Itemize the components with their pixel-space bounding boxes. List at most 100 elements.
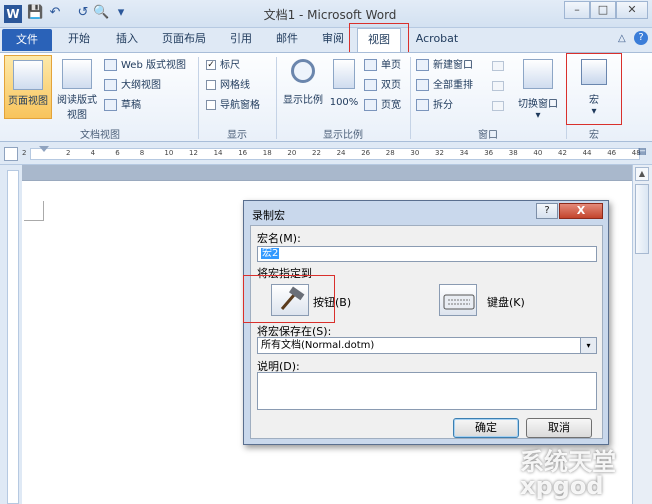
ruler-tick-label: 2 xyxy=(66,149,71,157)
nav-pane-check-icon xyxy=(206,100,216,110)
group-separator xyxy=(198,57,199,139)
macro-name-label: 宏名(M): xyxy=(257,232,301,245)
switch-windows-button[interactable]: 切换窗口 ▾ xyxy=(512,55,564,121)
store-macro-select[interactable]: 所有文档(Normal.dotm) ▾ xyxy=(257,337,597,354)
new-window-button[interactable]: 新建窗口 xyxy=(416,57,473,75)
scroll-up-icon[interactable]: ▲ xyxy=(635,167,649,181)
group-label-zoom: 显示比例 xyxy=(323,130,363,141)
save-icon[interactable]: 💾 xyxy=(27,5,43,21)
print-layout-button[interactable]: 页面视图 xyxy=(4,55,52,119)
outline-button[interactable]: 大纲视图 xyxy=(104,77,161,95)
scrollbar-thumb[interactable] xyxy=(635,184,649,254)
tab-selector-icon[interactable] xyxy=(4,147,18,161)
ruler-tick-label: 26 xyxy=(361,149,371,157)
ruler-tick-label: 16 xyxy=(238,149,248,157)
tab-home[interactable]: 开始 xyxy=(60,28,98,52)
web-layout-label: Web 版式视图 xyxy=(121,60,186,71)
zoom-100-icon xyxy=(333,59,355,89)
zoom-button[interactable]: 显示比例 xyxy=(280,55,326,119)
ruler-tick-label: 42 xyxy=(558,149,567,157)
zoom-100-label: 100% xyxy=(329,97,359,108)
record-macro-dialog: 录制宏 ? X 宏名(M): 宏2 将宏指定到 按钮(B) 键盘(K) 将宏保存… xyxy=(243,200,609,445)
ribbon-tabs: 文件 开始 插入 页面布局 引用 邮件 审阅 视图 Acrobat xyxy=(0,23,652,53)
redo-icon[interactable]: ↺ xyxy=(75,5,91,21)
nav-pane-label: 导航窗格 xyxy=(220,100,260,111)
dropdown-arrow-icon[interactable]: ▾ xyxy=(580,338,596,353)
group-label-show: 显示 xyxy=(227,130,247,141)
synchronous-scrolling-icon[interactable] xyxy=(492,81,504,91)
macros-highlight xyxy=(566,53,622,125)
button-option-highlight xyxy=(243,275,335,323)
keyboard-icon[interactable] xyxy=(439,284,477,316)
keyboard-option-label[interactable]: 键盘(K) xyxy=(487,294,525,310)
view-ruler-icon[interactable]: ▤ xyxy=(636,147,648,161)
ruler-label: 标尺 xyxy=(220,60,240,71)
outline-icon xyxy=(104,79,117,91)
print-layout-label: 页面视图 xyxy=(8,96,48,107)
cancel-button[interactable]: 取消 xyxy=(526,418,592,438)
view-tab-highlight xyxy=(349,23,409,53)
dialog-close-button[interactable]: X xyxy=(559,203,603,219)
margin-corner-mark xyxy=(24,201,44,221)
switch-windows-arrow: ▾ xyxy=(535,110,541,121)
help-icon[interactable]: ? xyxy=(634,31,648,45)
ruler-tick-label: 18 xyxy=(262,149,272,157)
web-layout-button[interactable]: Web 版式视图 xyxy=(104,57,186,75)
two-pages-label: 双页 xyxy=(381,80,401,91)
restore-button[interactable]: □ xyxy=(590,1,616,19)
dialog-help-button[interactable]: ? xyxy=(536,203,558,219)
arrange-all-button[interactable]: 全部重排 xyxy=(416,77,473,95)
draft-button[interactable]: 草稿 xyxy=(104,97,141,115)
tab-page-layout[interactable]: 页面布局 xyxy=(156,28,212,52)
tab-review[interactable]: 审阅 xyxy=(314,28,352,52)
gridlines-check-icon xyxy=(206,80,216,90)
magnifier-icon xyxy=(291,59,315,83)
page-width-button[interactable]: 页宽 xyxy=(364,97,401,115)
tab-acrobat[interactable]: Acrobat xyxy=(408,28,466,52)
ok-button[interactable]: 确定 xyxy=(453,418,519,438)
word-app-icon[interactable]: W xyxy=(4,5,22,23)
arrange-all-icon xyxy=(416,79,429,91)
split-button[interactable]: 拆分 xyxy=(416,97,453,115)
reset-window-position-icon[interactable] xyxy=(492,101,504,111)
description-textarea[interactable] xyxy=(257,372,597,410)
ruler-checkbox[interactable]: ✓ 标尺 xyxy=(206,57,240,75)
watermark-line2: xpgod xyxy=(520,472,604,500)
ruler-tick-label: 24 xyxy=(336,149,346,157)
outline-label: 大纲视图 xyxy=(121,80,161,91)
tab-references[interactable]: 引用 xyxy=(222,28,260,52)
dialog-body: 宏名(M): 宏2 将宏指定到 按钮(B) 键盘(K) 将宏保存在(S): 所有… xyxy=(243,225,603,439)
undo-icon[interactable]: ↶ xyxy=(47,5,63,21)
zoom-100-button[interactable]: 100% xyxy=(328,55,360,119)
tab-file[interactable]: 文件 xyxy=(2,29,52,51)
tab-mailings[interactable]: 邮件 xyxy=(268,28,306,52)
navigation-pane-checkbox[interactable]: 导航窗格 xyxy=(206,97,260,115)
minimize-button[interactable]: – xyxy=(564,1,590,19)
two-pages-button[interactable]: 双页 xyxy=(364,77,401,95)
tab-insert[interactable]: 插入 xyxy=(108,28,146,52)
collapse-ribbon-icon[interactable]: △ xyxy=(618,33,632,47)
ruler-tick-label: 34 xyxy=(459,149,469,157)
ruler-strip[interactable] xyxy=(30,148,640,160)
ruler-tick-label: 46 xyxy=(607,149,617,157)
vertical-ruler-strip[interactable] xyxy=(7,170,19,504)
store-macro-value: 所有文档(Normal.dotm) xyxy=(261,340,375,351)
page-width-icon xyxy=(364,99,377,111)
draft-label: 草稿 xyxy=(121,100,141,111)
full-screen-reading-button[interactable]: 阅读版式 视图 xyxy=(54,55,100,121)
close-window-button[interactable]: ✕ xyxy=(616,1,648,19)
ruler-tick-label: 36 xyxy=(484,149,494,157)
one-page-button[interactable]: 单页 xyxy=(364,57,401,75)
watermark-line1: 系统天堂 xyxy=(520,448,616,476)
first-line-indent-marker[interactable] xyxy=(39,146,49,152)
ruler-tick-label: 6 xyxy=(115,149,120,157)
switch-windows-icon xyxy=(523,59,553,89)
print-preview-icon[interactable]: 🔍 xyxy=(93,5,109,21)
zoom-label: 显示比例 xyxy=(283,95,323,106)
ruler-tick-label: 2 xyxy=(22,149,27,157)
ruler-tick-label: 4 xyxy=(90,149,96,157)
customize-quick-access-icon[interactable]: ▾ xyxy=(113,5,129,21)
gridlines-checkbox[interactable]: 网格线 xyxy=(206,77,250,95)
macro-name-input[interactable]: 宏2 xyxy=(257,246,597,262)
view-side-by-side-icon[interactable] xyxy=(492,61,504,71)
